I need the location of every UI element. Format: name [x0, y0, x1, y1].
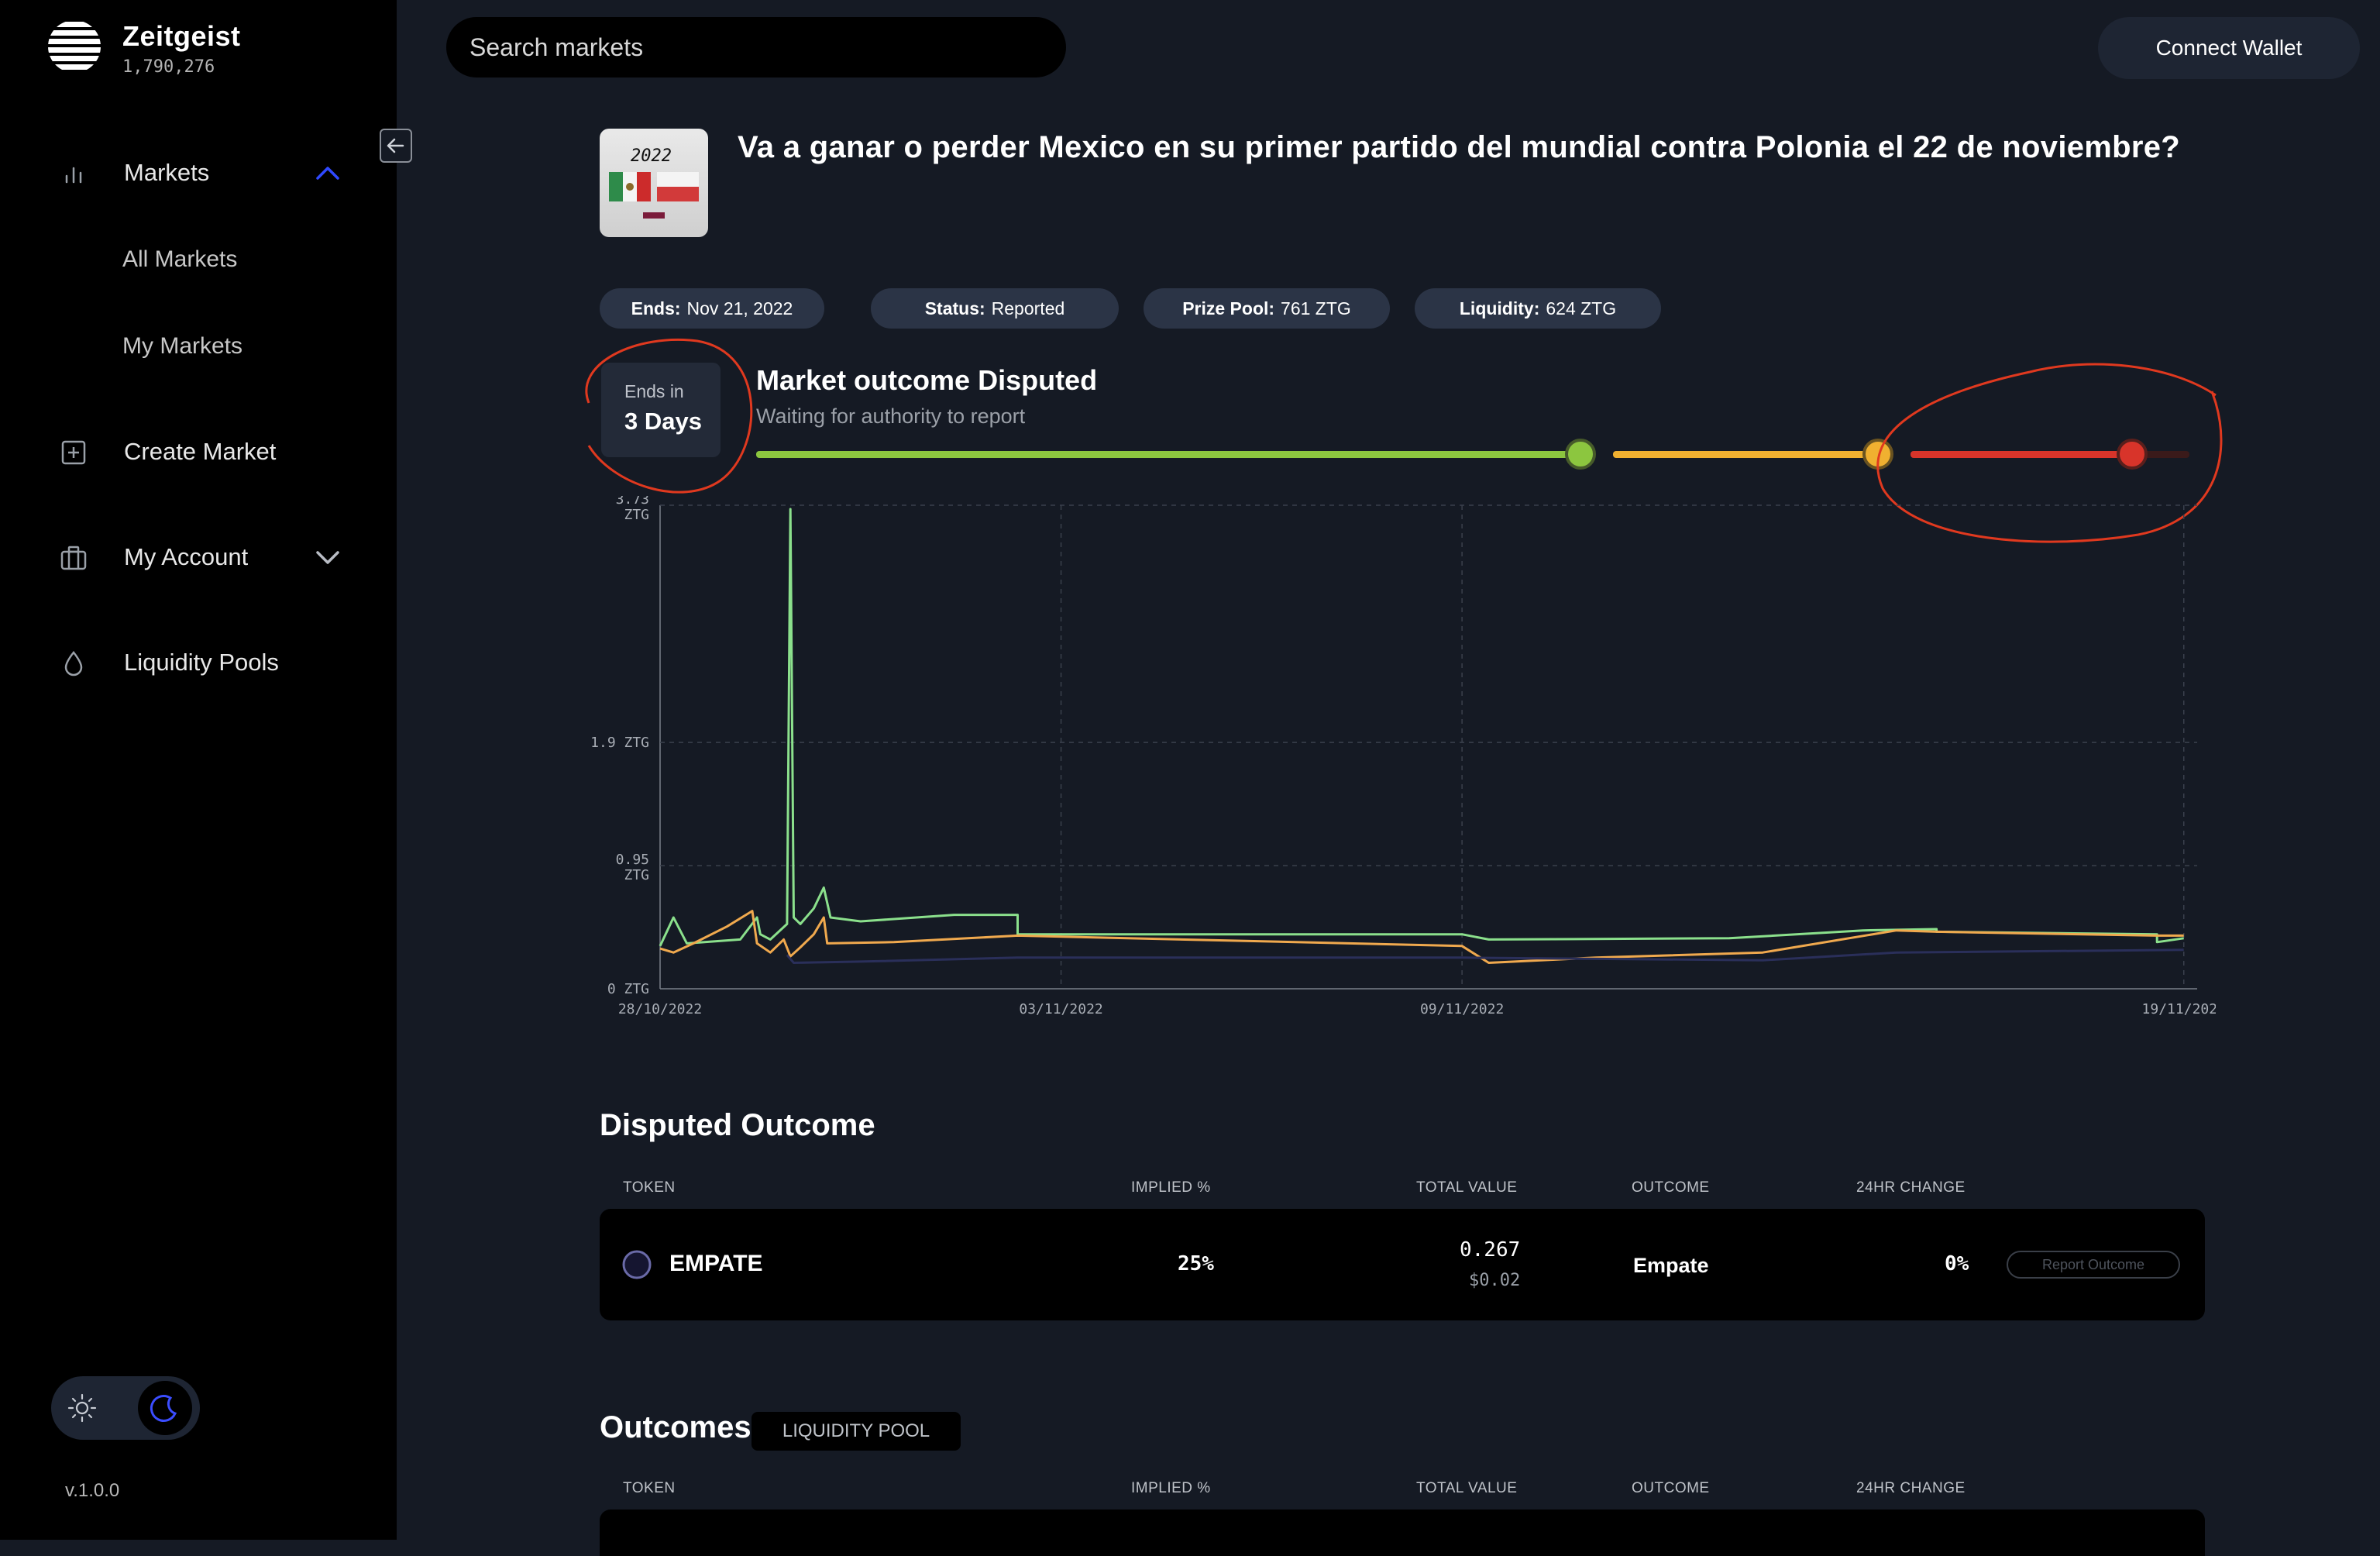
- outcomes-header-24hr-change: 24HR CHANGE: [1856, 1480, 1966, 1496]
- outcomes-header-implied: IMPLIED %: [1131, 1480, 1211, 1496]
- change-24hr: 0%: [1945, 1252, 1969, 1275]
- theme-toggle[interactable]: [51, 1376, 200, 1440]
- price-chart: 0 ZTG0.95ZTG1.9 ZTG3.73ZTG28/10/2022 03/1…: [590, 496, 2216, 1017]
- token-color-icon: [622, 1250, 652, 1279]
- chart-series-line-0: [659, 508, 2184, 947]
- collapse-sidebar-button[interactable]: [380, 129, 412, 163]
- disputed-outcome-title: Disputed Outcome: [600, 1108, 875, 1142]
- chart-x-tick-label: 28/10/2022: [618, 1001, 702, 1017]
- chart-y-tick-unit: ZTG: [624, 507, 649, 523]
- disputed-header-token: TOKEN: [623, 1179, 676, 1196]
- arrow-left-icon: [387, 138, 404, 153]
- market-image-text: 2022: [631, 146, 672, 166]
- liquidity-pool-tab[interactable]: LIQUIDITY POOL: [751, 1412, 961, 1451]
- total-value-usd: $0.02: [1469, 1271, 1521, 1290]
- pill-liquidity-value: 624 ZTG: [1546, 298, 1617, 318]
- pill-ends: Ends: Nov 21, 2022: [600, 288, 824, 329]
- chart-y-tick-label: 0.95: [616, 852, 649, 868]
- market-timeline: [756, 439, 2189, 470]
- nav-all-markets[interactable]: All Markets: [122, 246, 237, 273]
- disputed-header-total-value: TOTAL VALUE: [1416, 1179, 1518, 1196]
- disputed-header-implied: IMPLIED %: [1131, 1179, 1211, 1196]
- chart-x-tick-label: 09/11/2022: [1420, 1001, 1504, 1017]
- nav-markets-label: Markets: [124, 159, 210, 186]
- market-title: Va a ganar o perder Mexico en su primer …: [738, 130, 2181, 164]
- pill-liquidity-key: Liquidity:: [1459, 298, 1540, 318]
- nav-create-market[interactable]: Create Market: [0, 425, 397, 479]
- ends-in-label: Ends in: [624, 381, 684, 401]
- outcomes-header-outcome: OUTCOME: [1632, 1480, 1710, 1496]
- total-value-ztg: 0.267: [1460, 1238, 1521, 1262]
- moon-icon: [150, 1394, 177, 1422]
- nav-my-markets[interactable]: My Markets: [122, 333, 242, 360]
- block-number: 1,790,276: [122, 57, 215, 77]
- timeline-segment-reported: [756, 451, 1571, 458]
- disputed-header-outcome: OUTCOME: [1632, 1179, 1710, 1196]
- chart-y-tick-label: 3.73: [616, 496, 649, 508]
- pill-liquidity: Liquidity: 624 ZTG: [1415, 288, 1661, 329]
- briefcase-icon: [60, 546, 87, 570]
- token-name: EMPATE: [669, 1251, 763, 1276]
- search-input[interactable]: [446, 17, 1066, 77]
- pill-prize-pool-key: Prize Pool:: [1182, 298, 1275, 318]
- report-outcome-button[interactable]: Report Outcome: [2007, 1251, 2180, 1279]
- chart-y-tick-label: 0 ZTG: [607, 981, 649, 997]
- nav-liquidity-pools[interactable]: Liquidity Pools: [0, 635, 397, 690]
- chart-x-tick-label: 03/11/2022: [1019, 1001, 1102, 1017]
- ends-in-box: Ends in 3 Days: [601, 363, 721, 457]
- nav-my-account-label: My Account: [124, 543, 249, 570]
- chart-y-tick-unit: ZTG: [624, 867, 649, 883]
- market-outcome-title: Market outcome Disputed: [756, 364, 1098, 396]
- pill-ends-key: Ends:: [631, 298, 681, 318]
- connect-wallet-button[interactable]: Connect Wallet: [2098, 17, 2360, 79]
- timeline-segment-resolution: [1911, 451, 2135, 458]
- zeitgeist-logo-icon[interactable]: [45, 19, 104, 74]
- chevron-down-icon[interactable]: [313, 547, 342, 567]
- chart-x-tick-label: 19/11/2022: [2142, 1001, 2216, 1017]
- market-image: 2022: [600, 129, 708, 237]
- disputed-header-24hr-change: 24HR CHANGE: [1856, 1179, 1966, 1196]
- chart-y-tick-label: 1.9 ZTG: [590, 735, 649, 751]
- outcomes-title: Outcomes: [600, 1410, 751, 1444]
- nav-markets[interactable]: Markets: [0, 146, 397, 200]
- nav-my-account[interactable]: My Account: [0, 530, 397, 584]
- timeline-dot-disputed: [1862, 439, 1893, 470]
- droplet-icon: [64, 651, 83, 676]
- outcomes-first-row: [600, 1510, 2205, 1556]
- market-outcome-subtitle: Waiting for authority to report: [756, 404, 1026, 428]
- brand-name: Zeitgeist: [122, 20, 241, 52]
- nav-liquidity-pools-label: Liquidity Pools: [124, 649, 279, 676]
- bar-chart-icon: [65, 167, 82, 184]
- timeline-segment-disputed: [1613, 451, 1872, 458]
- app-version: v.1.0.0: [65, 1480, 120, 1501]
- pill-ends-value: Nov 21, 2022: [686, 298, 793, 318]
- pill-prize-pool: Prize Pool: 761 ZTG: [1144, 288, 1390, 329]
- pill-prize-pool-value: 761 ZTG: [1281, 298, 1351, 318]
- pill-status: Status: Reported: [871, 288, 1119, 329]
- disputed-outcome-row: EMPATE 25% 0.267 $0.02 Empate 0% Report …: [600, 1209, 2205, 1320]
- outcomes-header-total-value: TOTAL VALUE: [1416, 1480, 1518, 1496]
- chevron-up-icon[interactable]: [313, 163, 342, 183]
- plus-square-icon: [61, 440, 86, 465]
- outcome-name: Empate: [1633, 1254, 1709, 1277]
- sun-icon[interactable]: [67, 1392, 98, 1423]
- outcomes-header-token: TOKEN: [623, 1480, 676, 1496]
- flags-image: 2022: [609, 146, 699, 219]
- implied-percent: 25%: [1178, 1252, 1214, 1275]
- pill-status-value: Reported: [991, 298, 1065, 318]
- ends-in-value: 3 Days: [624, 408, 702, 435]
- sidebar: Zeitgeist 1,790,276 Markets All Markets …: [0, 0, 397, 1540]
- moon-button[interactable]: [138, 1381, 192, 1435]
- timeline-dot-resolution: [2117, 439, 2148, 470]
- pill-status-key: Status:: [924, 298, 985, 318]
- timeline-dot-reported: [1565, 439, 1596, 470]
- nav-create-market-label: Create Market: [124, 438, 277, 465]
